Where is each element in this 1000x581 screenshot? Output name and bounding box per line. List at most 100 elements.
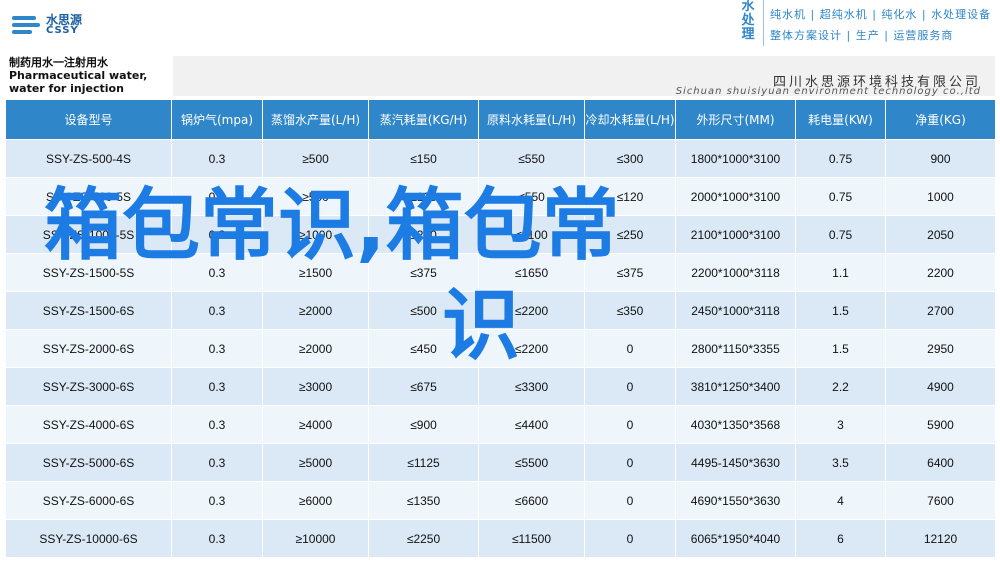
spec-cell: 2200 xyxy=(885,253,996,292)
spec-cell: 1000 xyxy=(885,177,996,216)
column-header: 耗电量(KW) xyxy=(795,99,886,140)
model-cell: SSY-ZS-5000-6S xyxy=(5,443,172,482)
spec-cell: 0.3 xyxy=(171,215,263,254)
spec-cell: ≥10000 xyxy=(262,519,369,558)
model-cell: SSY-ZS-1500-6S xyxy=(5,291,172,330)
spec-cell: 0 xyxy=(584,329,676,368)
spec-cell: ≤1350 xyxy=(368,481,479,520)
spec-cell: 0.3 xyxy=(171,253,263,292)
column-header: 原料水耗量(L/H) xyxy=(478,99,585,140)
model-cell: SSY-ZS-500-5S xyxy=(5,177,172,216)
spec-cell: 0.3 xyxy=(171,367,263,406)
table-row: SSY-ZS-1000-5S 0.3 ≥1000 ≤250 ≤1100 ≤250 2100*… xyxy=(5,215,996,254)
spec-cell: ≤6600 xyxy=(478,481,585,520)
column-header: 冷却水耗量(L/H) xyxy=(584,99,676,140)
spec-cell: 2100*1000*3100 xyxy=(675,215,796,254)
table-row: SSY-ZS-6000-6S 0.3 ≥6000 ≤1350 ≤6600 0 4690*15… xyxy=(5,481,996,520)
table-row: SSY-ZS-2000-6S 0.3 ≥2000 ≤450 ≤2200 0 2800*115… xyxy=(5,329,996,368)
column-header: 净重(KG) xyxy=(885,99,996,140)
model-cell: SSY-ZS-6000-6S xyxy=(5,481,172,520)
spec-cell: ≤675 xyxy=(368,367,479,406)
spec-cell: 5900 xyxy=(885,405,996,444)
column-header: 外形尺寸(MM) xyxy=(675,99,796,140)
spec-cell: 3810*1250*3400 xyxy=(675,367,796,406)
spec-cell: 0 xyxy=(584,443,676,482)
spec-cell: ≤250 xyxy=(584,215,676,254)
spec-cell: ≤2200 xyxy=(478,291,585,330)
spec-cell: 2450*1000*3118 xyxy=(675,291,796,330)
model-cell: SSY-ZS-4000-6S xyxy=(5,405,172,444)
table-row: SSY-ZS-1500-5S 0.3 ≥1500 ≤375 ≤1650 ≤375 2200*… xyxy=(5,253,996,292)
spec-table: 设备型号 锅炉气(mpa) 蒸馏水产量(L/H) 蒸汽耗量(KG/H) 原料水耗… xyxy=(5,99,996,558)
table-row: SSY-ZS-500-5S 0.3 ≥500 ≤125 ≤550 ≤120 2000*100… xyxy=(5,177,996,216)
logo-name-en: CSSY xyxy=(46,25,79,36)
spec-cell: ≤450 xyxy=(368,329,479,368)
spec-cell: 12120 xyxy=(885,519,996,558)
table-header-row: 设备型号 锅炉气(mpa) 蒸馏水产量(L/H) 蒸汽耗量(KG/H) 原料水耗… xyxy=(5,99,996,140)
column-header: 蒸汽耗量(KG/H) xyxy=(368,99,479,140)
spec-cell: ≤125 xyxy=(368,177,479,216)
brand-vertical-label: 水处理 xyxy=(741,0,755,42)
spec-cell: 0 xyxy=(584,367,676,406)
spec-cell: ≥4000 xyxy=(262,405,369,444)
spec-cell: 0.3 xyxy=(171,329,263,368)
spec-cell: ≤350 xyxy=(584,291,676,330)
spec-cell: ≤150 xyxy=(368,139,479,178)
spec-cell: 1.5 xyxy=(795,329,886,368)
spec-cell: 1.1 xyxy=(795,253,886,292)
spec-cell: 2.2 xyxy=(795,367,886,406)
spec-cell: ≤120 xyxy=(584,177,676,216)
column-header: 蒸馏水产量(L/H) xyxy=(262,99,369,140)
table-row: SSY-ZS-4000-6S 0.3 ≥4000 ≤900 ≤4400 0 4030*135… xyxy=(5,405,996,444)
model-cell: SSY-ZS-3000-6S xyxy=(5,367,172,406)
spec-cell: 4030*1350*3568 xyxy=(675,405,796,444)
spec-cell: 1.5 xyxy=(795,291,886,330)
spec-cell: 0.75 xyxy=(795,215,886,254)
brand-line-products: 纯水机 | 超纯水机 | 纯化水 | 水处理设备 xyxy=(770,8,992,21)
model-cell: SSY-ZS-2000-6S xyxy=(5,329,172,368)
spec-cell: 0.3 xyxy=(171,519,263,558)
spec-cell: 2800*1150*3355 xyxy=(675,329,796,368)
spec-cell: 2950 xyxy=(885,329,996,368)
spec-cell: ≤550 xyxy=(478,139,585,178)
spec-cell: 3 xyxy=(795,405,886,444)
spec-cell: ≤375 xyxy=(584,253,676,292)
table-row: SSY-ZS-500-4S 0.3 ≥500 ≤150 ≤550 ≤300 1800*100… xyxy=(5,139,996,178)
spec-cell: ≤500 xyxy=(368,291,479,330)
spec-cell: 7600 xyxy=(885,481,996,520)
spec-cell: ≥6000 xyxy=(262,481,369,520)
spec-cell: ≥500 xyxy=(262,139,369,178)
spec-cell: 2700 xyxy=(885,291,996,330)
spec-cell: 6400 xyxy=(885,443,996,482)
spec-cell: 0.75 xyxy=(795,139,886,178)
spec-cell: 3.5 xyxy=(795,443,886,482)
table-row: SSY-ZS-5000-6S 0.3 ≥5000 ≤1125 ≤5500 0 4495-14… xyxy=(5,443,996,482)
spec-cell: 0.3 xyxy=(171,291,263,330)
company-name-en: Sichuan shuisiyuan environment technolog… xyxy=(675,86,981,97)
spec-cell: 4 xyxy=(795,481,886,520)
spec-cell: ≤2250 xyxy=(368,519,479,558)
spec-cell: ≥1000 xyxy=(262,215,369,254)
spec-cell: 6065*1950*4040 xyxy=(675,519,796,558)
spec-cell: 0.3 xyxy=(171,443,263,482)
column-header: 锅炉气(mpa) xyxy=(171,99,263,140)
spec-cell: 2200*1000*3118 xyxy=(675,253,796,292)
model-cell: SSY-ZS-500-4S xyxy=(5,139,172,178)
spec-cell: ≥2000 xyxy=(262,329,369,368)
document-title-en: Pharmaceutical water, water for injectio… xyxy=(9,69,148,95)
spec-cell: ≤3300 xyxy=(478,367,585,406)
spec-cell: ≤4400 xyxy=(478,405,585,444)
spec-cell: 2000*1000*3100 xyxy=(675,177,796,216)
spec-cell: 0.3 xyxy=(171,481,263,520)
spec-cell: ≥5000 xyxy=(262,443,369,482)
brand-line-services: 整体方案设计 | 生产 | 运营服务商 xyxy=(770,29,954,42)
document-title-cn: 制药用水一注射用水 xyxy=(9,56,108,69)
spec-cell: ≤2200 xyxy=(478,329,585,368)
spec-cell: 0.3 xyxy=(171,177,263,216)
spec-cell: ≤1650 xyxy=(478,253,585,292)
table-row: SSY-ZS-10000-6S 0.3 ≥10000 ≤2250 ≤11500 0 6065… xyxy=(5,519,996,558)
spec-cell: 4495-1450*3630 xyxy=(675,443,796,482)
spec-cell: ≤300 xyxy=(584,139,676,178)
spec-cell: 900 xyxy=(885,139,996,178)
model-cell: SSY-ZS-10000-6S xyxy=(5,519,172,558)
